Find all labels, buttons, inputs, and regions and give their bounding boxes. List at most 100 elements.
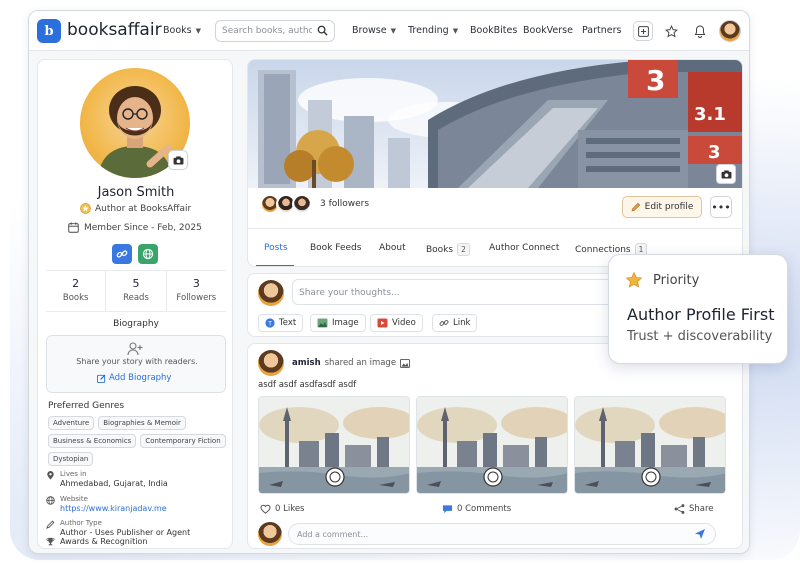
nav-bookbites[interactable]: BookBites: [470, 25, 517, 36]
city-watercolor-illustration: [259, 397, 409, 493]
genre-chips: Adventure Biographies & Memoir Business …: [48, 416, 228, 466]
profile-sidebar: Jason Smith Author at BooksAffair Member…: [37, 59, 233, 549]
camera-icon: [721, 169, 731, 179]
stat-followers[interactable]: 3 Followers: [165, 271, 226, 311]
tab-books[interactable]: Books 2: [426, 243, 470, 256]
member-since: Member Since - Feb, 2025: [68, 222, 202, 233]
calendar-icon: [68, 222, 79, 233]
tab-author-connect[interactable]: Author Connect: [489, 243, 559, 253]
nav-books[interactable]: Books ▼: [163, 25, 201, 36]
pen-icon: [46, 520, 55, 529]
info-author-type: Author Type Author - Uses Publisher or Ag…: [46, 519, 190, 537]
badge-icon: [80, 203, 91, 214]
profile-stats: 2 Books 5 Reads 3 Followers: [46, 270, 226, 312]
callout-subtitle: Trust + discoverability: [627, 329, 773, 344]
text-icon: T: [265, 318, 275, 328]
logo-icon[interactable]: b: [37, 19, 61, 43]
tab-about[interactable]: About: [379, 243, 406, 253]
comment-input[interactable]: Add a comment...: [288, 523, 716, 545]
add-icon[interactable]: [633, 21, 653, 41]
more-options-button[interactable]: •••: [710, 196, 732, 218]
edit-profile-button[interactable]: Edit profile: [622, 196, 702, 218]
top-nav: b booksaffair Books ▼ Search books, autho…: [29, 11, 749, 51]
share-icon: [674, 504, 685, 514]
star-icon: [625, 271, 643, 288]
genre-chip[interactable]: Biographies & Memoir: [98, 416, 186, 430]
add-biography-button[interactable]: Add Biography: [97, 373, 171, 383]
camera-icon: [173, 155, 183, 165]
post-image[interactable]: [416, 396, 568, 494]
genre-chip[interactable]: Dystopian: [48, 452, 94, 466]
comment-icon: [442, 505, 453, 514]
biography-prompt: Share your story with readers.: [76, 357, 198, 366]
nav-trending[interactable]: Trending ▼: [408, 25, 458, 36]
stadium-illustration: 3 3.1 3: [248, 60, 742, 188]
chevron-down-icon: ▼: [390, 27, 396, 35]
genre-chip[interactable]: Adventure: [48, 416, 95, 430]
ellipsis-icon: •••: [711, 200, 731, 214]
tab-posts[interactable]: Posts: [264, 243, 288, 253]
post-type-video-button[interactable]: Video: [370, 314, 423, 332]
genre-chip[interactable]: Business & Economics: [48, 434, 137, 448]
cover-photo: 3 3.1 3: [248, 60, 742, 188]
add-user-icon: [127, 342, 143, 356]
profile-role: Author at BooksAffair: [80, 203, 191, 214]
callout-kicker: Priority: [653, 273, 700, 288]
video-icon: [377, 318, 388, 328]
post-header: amish shared an image: [292, 358, 411, 368]
tab-book-feeds[interactable]: Book Feeds: [310, 243, 361, 253]
genre-chip[interactable]: Contemporary Fiction: [140, 434, 226, 448]
info-website: Website https://www.kiranjadav.me: [46, 495, 167, 513]
post-author-name[interactable]: amish: [292, 358, 321, 368]
stat-reads[interactable]: 5 Reads: [105, 271, 165, 311]
change-cover-button[interactable]: [716, 164, 736, 184]
priority-callout: Priority Author Profile First Trust + di…: [608, 254, 788, 364]
stat-books[interactable]: 2 Books: [46, 271, 105, 311]
link-icon[interactable]: [112, 244, 132, 264]
send-icon[interactable]: [694, 528, 706, 540]
share-button[interactable]: Share: [674, 504, 714, 514]
info-lives: Lives in Ahmedabad, Gujarat, India: [46, 470, 168, 488]
composer-avatar: [258, 280, 284, 306]
link-icon: [439, 320, 449, 326]
feed-post: amish shared an image asdf asdf asdfasdf…: [247, 343, 743, 549]
profile-name: Jason Smith: [97, 185, 175, 200]
search-placeholder: Search books, authors...: [222, 26, 312, 36]
followers-summary[interactable]: 3 followers: [260, 194, 369, 214]
post-type-image-button[interactable]: Image: [310, 314, 366, 332]
info-awards[interactable]: Awards & Recognition: [46, 536, 147, 546]
like-button[interactable]: 0 Likes: [260, 504, 304, 514]
cover-sign-number: 3.1: [694, 104, 726, 125]
change-photo-button[interactable]: [168, 150, 188, 170]
pencil-icon: [631, 202, 640, 212]
callout-title: Author Profile First: [627, 305, 775, 324]
nav-browse[interactable]: Browse ▼: [352, 25, 396, 36]
nav-bookverse[interactable]: BookVerse: [523, 25, 573, 36]
post-image[interactable]: [258, 396, 410, 494]
search-input[interactable]: Search books, authors...: [215, 20, 335, 42]
books-count-badge: 2: [457, 243, 470, 256]
cover-sign-number: 3: [708, 142, 721, 163]
post-image[interactable]: [574, 396, 726, 494]
commenter-avatar: [258, 522, 282, 546]
post-type-text-button[interactable]: T Text: [258, 314, 304, 332]
chevron-down-icon: ▼: [195, 27, 201, 35]
post-type-link-button[interactable]: Link: [432, 314, 478, 332]
nav-partners[interactable]: Partners: [582, 25, 621, 36]
brand-name[interactable]: booksaffair: [67, 20, 162, 40]
star-icon[interactable]: [661, 21, 681, 41]
heart-icon: [260, 504, 271, 514]
comments-button[interactable]: 0 Comments: [442, 504, 511, 514]
bell-icon[interactable]: [690, 21, 710, 41]
city-watercolor-illustration: [575, 397, 725, 493]
globe-icon[interactable]: [138, 244, 158, 264]
post-author-avatar[interactable]: [258, 350, 284, 376]
image-icon: [400, 358, 411, 368]
genres-title: Preferred Genres: [48, 401, 125, 411]
user-avatar[interactable]: [719, 20, 741, 42]
search-icon[interactable]: [317, 25, 328, 36]
website-link[interactable]: https://www.kiranjadav.me: [60, 504, 167, 513]
image-icon: [317, 318, 328, 328]
biography-title: Biography: [113, 319, 159, 329]
chevron-down-icon: ▼: [452, 27, 459, 35]
